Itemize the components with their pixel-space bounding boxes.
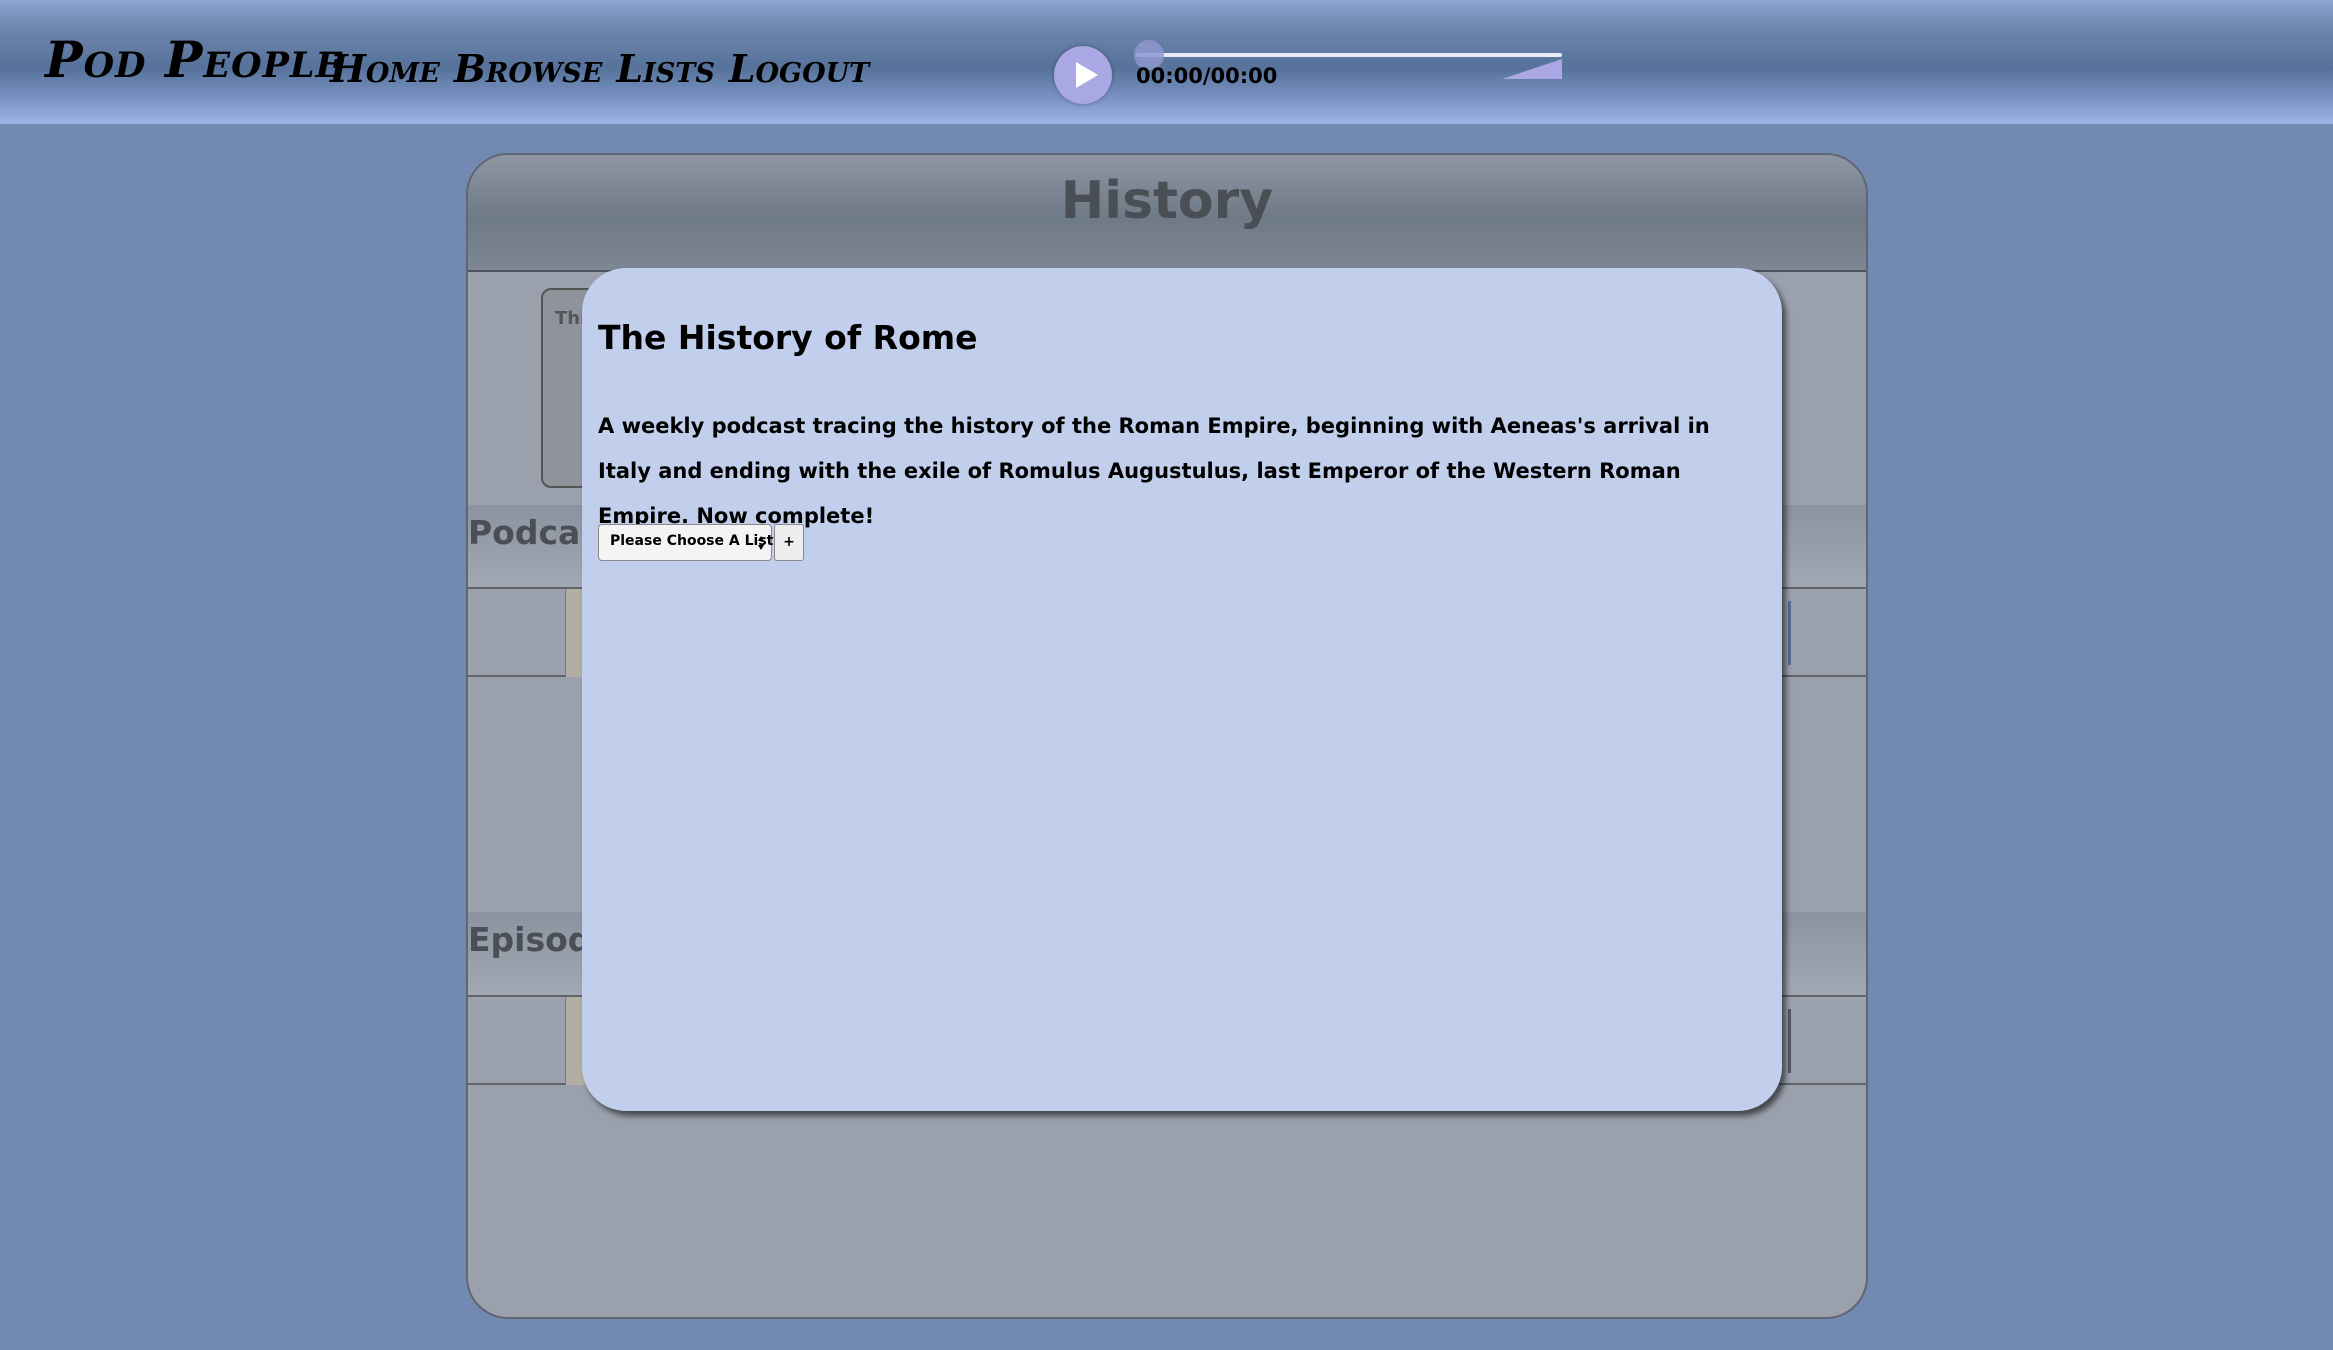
brand-logo[interactable]: Pod People	[45, 30, 343, 89]
play-button[interactable]	[1054, 46, 1112, 104]
nav-logout-link[interactable]: Logout	[729, 46, 869, 91]
panel-header: History	[468, 155, 1866, 272]
row-scroll-handle[interactable]	[1788, 1009, 1794, 1073]
modal-description: A weekly podcast tracing the history of …	[598, 414, 1710, 528]
time-readout: 00:00/00:00	[1136, 64, 1278, 88]
progress-bar[interactable]	[1136, 53, 1562, 57]
play-icon	[1076, 62, 1098, 88]
nav-home-link[interactable]: Home	[330, 46, 440, 91]
main-nav: Home Browse Lists Logout	[330, 46, 869, 91]
list-select[interactable]: Please Choose A List	[598, 524, 774, 561]
list-select-value: Please Choose A List	[610, 533, 774, 549]
volume-slider[interactable]	[1500, 57, 1564, 81]
page-title: History	[1060, 171, 1274, 231]
modal-title: The History of Rome	[598, 318, 978, 357]
select-arrows-icon	[758, 536, 764, 550]
nav-browse-link[interactable]: Browse	[454, 46, 602, 91]
top-bar: Pod People Home Browse Lists Logout 00:0…	[0, 0, 2333, 124]
podcast-detail-modal: The History of Rome A weekly podcast tra…	[582, 268, 1782, 1111]
add-to-list-button[interactable]: +	[774, 524, 804, 561]
nav-lists-link[interactable]: Lists	[616, 46, 714, 91]
row-scroll-handle[interactable]	[1788, 601, 1794, 665]
